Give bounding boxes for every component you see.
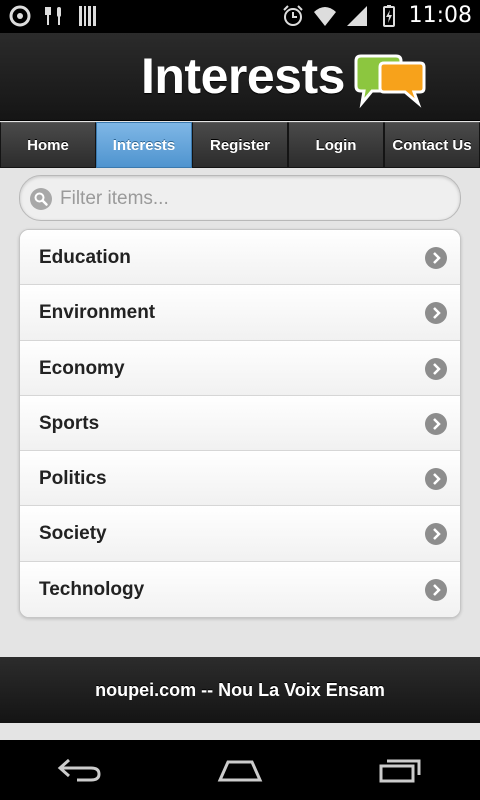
nav-interests[interactable]: Interests [96, 122, 192, 168]
status-bar-left [8, 4, 100, 28]
nav-register[interactable]: Register [192, 122, 288, 168]
list-item-label: Society [39, 523, 107, 545]
back-arrow-icon [57, 758, 101, 782]
main-nav: Home Interests Register Login Contact Us [0, 122, 480, 168]
list-item-label: Education [39, 247, 131, 268]
chevron-right-icon [425, 302, 447, 325]
utensils-icon [45, 7, 61, 25]
home-icon [217, 760, 263, 782]
chevron-right-icon [425, 578, 447, 601]
list-item-sports[interactable]: Sports [20, 395, 460, 452]
list-item-label: Sports [39, 412, 100, 434]
back-button[interactable] [50, 752, 110, 788]
page-footer: noupei.com -- Nou La Voix Ensam [0, 657, 480, 723]
list-item-society[interactable]: Society [20, 506, 460, 562]
chevron-right-icon [425, 412, 447, 435]
filter-search-bar [19, 175, 461, 221]
home-button[interactable] [210, 752, 270, 788]
list-item-label: Environment [39, 302, 156, 324]
chevron-right-icon [425, 357, 447, 380]
filter-items-input[interactable] [58, 182, 452, 216]
list-item-label: Politics [39, 468, 107, 490]
list-item-label: Technology [39, 578, 145, 600]
barcode-icon [79, 6, 96, 26]
signal-icon [346, 5, 367, 26]
status-bar: 11:08 [0, 0, 480, 33]
gear-icon [9, 5, 31, 27]
status-bar-right: 11:08 [281, 3, 472, 28]
list-item-environment[interactable]: Environment [20, 285, 460, 341]
battery-icon [382, 4, 395, 27]
footer-text: noupei.com -- Nou La Voix Ensam [95, 679, 385, 700]
chevron-right-icon [425, 468, 447, 491]
recent-apps-button[interactable] [370, 752, 430, 788]
clock: 11:08 [408, 3, 472, 28]
list-item-economy[interactable]: Economy [20, 340, 460, 396]
chat-bubbles-logo-icon [354, 54, 426, 109]
list-item-technology[interactable]: Technology [20, 561, 460, 617]
chevron-right-icon [425, 247, 447, 269]
nav-login[interactable]: Login [288, 122, 384, 168]
list-item-politics[interactable]: Politics [20, 451, 460, 507]
wifi-icon [313, 6, 336, 26]
list-item-label: Economy [39, 357, 125, 379]
page-title: Interests [141, 48, 345, 104]
list-item-education[interactable]: Education [20, 230, 460, 286]
nav-home[interactable]: Home [0, 122, 96, 168]
nav-contact-us[interactable]: Contact Us [384, 122, 480, 168]
search-icon [30, 188, 52, 210]
interests-list: Education Environment Economy Sports Pol… [19, 229, 461, 618]
app-header: Interests [0, 33, 480, 121]
chevron-right-icon [425, 523, 447, 546]
recent-apps-icon [379, 759, 421, 783]
system-nav-bar [0, 740, 480, 800]
alarm-icon [282, 4, 303, 26]
